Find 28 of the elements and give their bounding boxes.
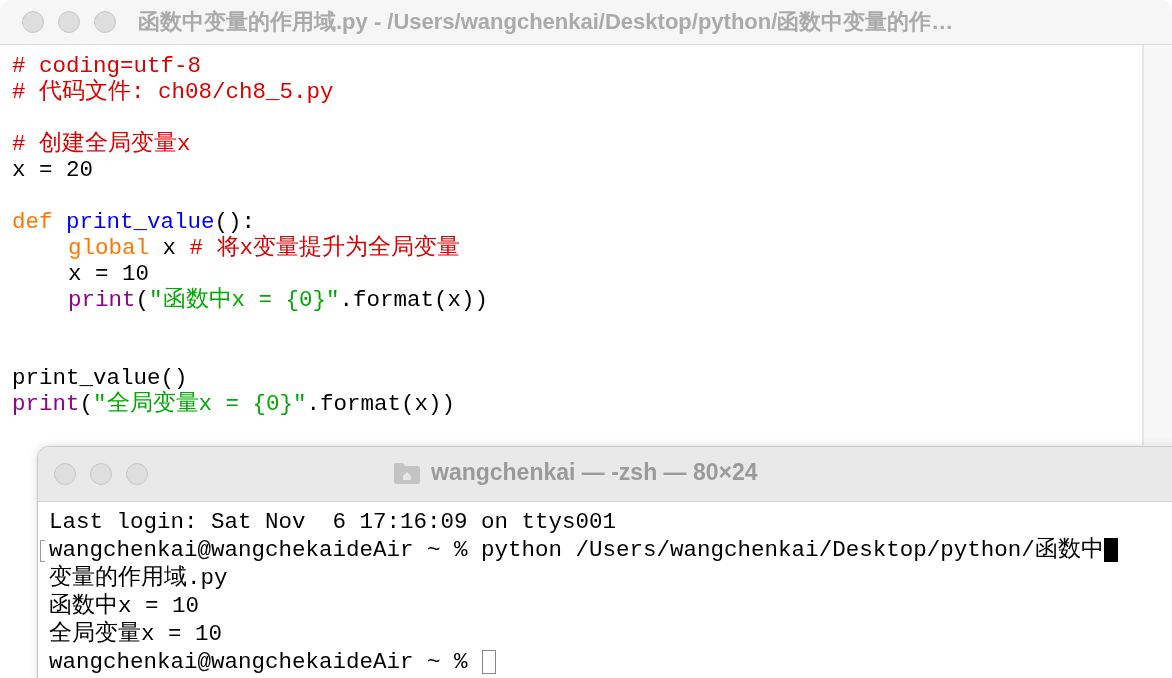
- minimize-button[interactable]: [58, 11, 80, 33]
- close-button[interactable]: [54, 463, 76, 485]
- code-line: # 代码文件: ch08/ch8_5.py: [12, 79, 335, 105]
- terminal-line: Last login: Sat Nov 6 17:16:09 on ttys001: [49, 508, 617, 536]
- terminal-line: 函数中x = 10: [49, 592, 199, 620]
- window-title: wangchenkai — -zsh — 80×24: [431, 459, 758, 486]
- terminal-line: 变量的作用域.py: [49, 564, 228, 592]
- minimize-button[interactable]: [90, 463, 112, 485]
- code-line: print("全局变量x = {0}".format(x)): [12, 391, 457, 417]
- terminal-line: wangchenkai@wangchekaideAir ~ % python /Users/wangchenkai/Desktop/python/函数中: [49, 536, 1104, 564]
- code-line: # coding=utf-8: [12, 53, 203, 79]
- zoom-button[interactable]: [94, 11, 116, 33]
- folder-icon: [393, 460, 421, 485]
- code-line: global x # 将x变量提升为全局变量: [67, 235, 462, 261]
- code-line: x = 10: [67, 261, 150, 287]
- terminal-line: 全局变量x = 10: [49, 620, 222, 648]
- code-line: # 创建全局变量x: [12, 131, 192, 157]
- scrollbar[interactable]: [1142, 45, 1172, 445]
- cursor: [1103, 538, 1118, 562]
- zoom-button[interactable]: [126, 463, 148, 485]
- code-line: print_value(): [12, 365, 189, 391]
- code-line: x = 20: [12, 157, 94, 183]
- cursor: [481, 650, 496, 674]
- terminal-line: wangchenkai@wangchekaideAir ~ %: [49, 648, 468, 676]
- close-button[interactable]: [22, 11, 44, 33]
- code-line: def print_value():: [12, 209, 256, 235]
- code-line: print("函数中x = {0}".format(x)): [67, 287, 490, 313]
- window-title: 函数中变量的作用域.py - /Users/wangchenkai/Desktop/python/函数中变量的作…: [138, 8, 954, 36]
